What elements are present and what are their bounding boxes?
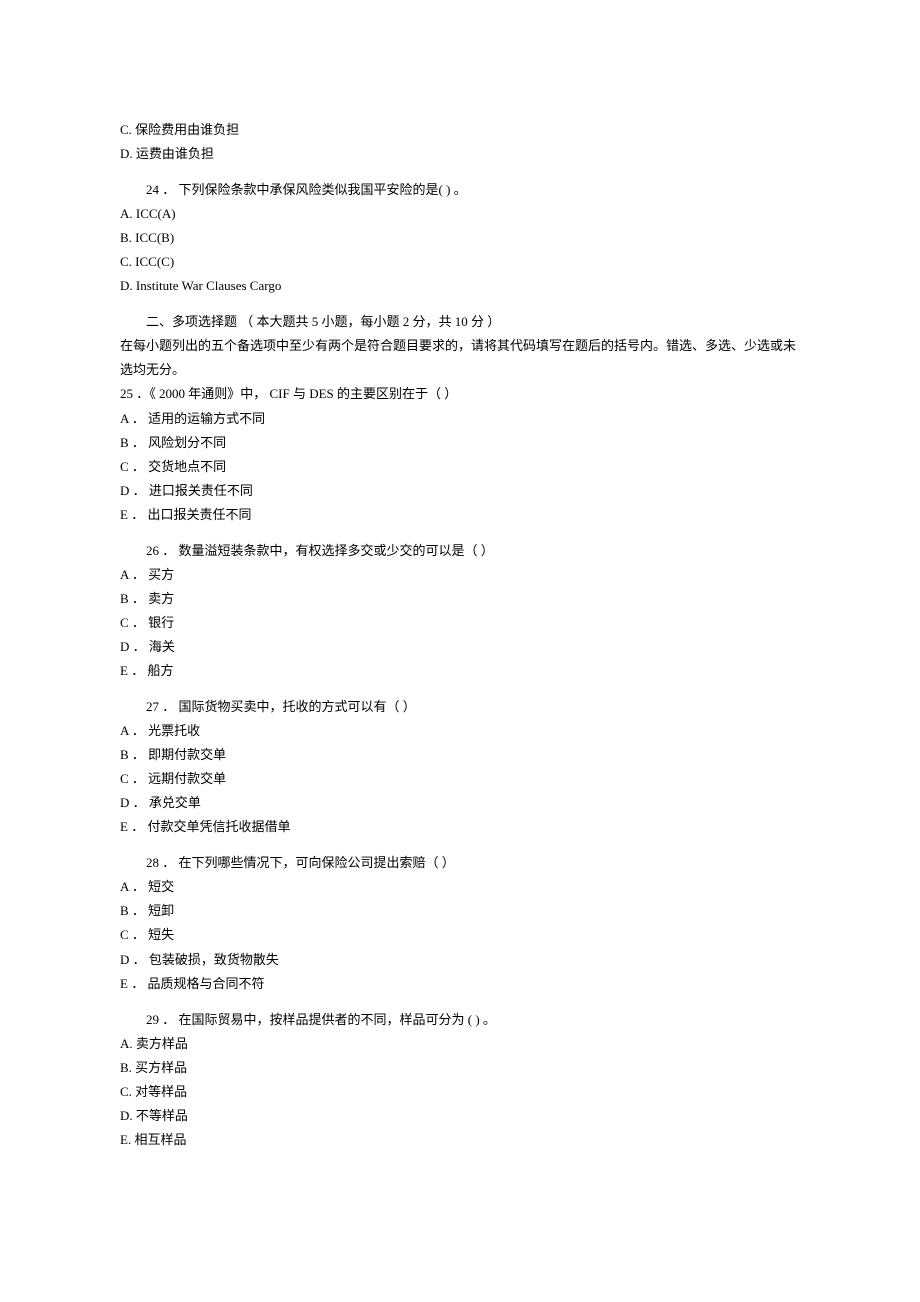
option-b: B. 买方样品 [120, 1056, 800, 1080]
option-c: C ． 远期付款交单 [120, 767, 800, 791]
option-d: D. 运费由谁负担 [120, 142, 800, 166]
option-a: A ． 短交 [120, 875, 800, 899]
question-25-stem: 25 ．《 2000 年通则》中， CIF 与 DES 的主要区别在于（ ） [120, 382, 800, 406]
option-c: C ． 银行 [120, 611, 800, 635]
option-a: A ． 光票托收 [120, 719, 800, 743]
option-c: C. 对等样品 [120, 1080, 800, 1104]
option-b: B. ICC(B) [120, 226, 800, 250]
question-26-stem: 26 ． 数量溢短装条款中，有权选择多交或少交的可以是（ ） [120, 539, 800, 563]
question-24-stem: 24 ． 下列保险条款中承保风险类似我国平安险的是( ) 。 [120, 178, 800, 202]
question-27-stem: 27 ． 国际货物买卖中，托收的方式可以有（ ） [120, 695, 800, 719]
option-d: D ． 包装破损，致货物散失 [120, 948, 800, 972]
option-e: E ． 出口报关责任不同 [120, 503, 800, 527]
question-29-stem: 29 ． 在国际贸易中，按样品提供者的不同，样品可分为 ( ) 。 [120, 1008, 800, 1032]
option-a: A. 卖方样品 [120, 1032, 800, 1056]
option-c: C ． 交货地点不同 [120, 455, 800, 479]
option-e: E. 相互样品 [120, 1128, 800, 1152]
option-d: D ． 海关 [120, 635, 800, 659]
option-a: A ． 适用的运输方式不同 [120, 407, 800, 431]
section-2-title: 二、多项选择题 （ 本大题共 5 小题，每小题 2 分，共 10 分 ） [120, 310, 800, 334]
option-d: D. 不等样品 [120, 1104, 800, 1128]
option-c: C. ICC(C) [120, 250, 800, 274]
option-e: E ． 船方 [120, 659, 800, 683]
option-a: A. ICC(A) [120, 202, 800, 226]
option-d: D ． 承兑交单 [120, 791, 800, 815]
option-b: B ． 卖方 [120, 587, 800, 611]
option-a: A ． 买方 [120, 563, 800, 587]
option-d: D. Institute War Clauses Cargo [120, 274, 800, 298]
option-e: E ． 品质规格与合同不符 [120, 972, 800, 996]
option-d: D ． 进口报关责任不同 [120, 479, 800, 503]
option-e: E ． 付款交单凭信托收据借单 [120, 815, 800, 839]
section-2-instructions: 在每小题列出的五个备选项中至少有两个是符合题目要求的，请将其代码填写在题后的括号… [120, 334, 800, 382]
option-b: B ． 即期付款交单 [120, 743, 800, 767]
option-b: B ． 短卸 [120, 899, 800, 923]
option-c: C ． 短失 [120, 923, 800, 947]
option-b: B ． 风险划分不同 [120, 431, 800, 455]
option-c: C. 保险费用由谁负担 [120, 118, 800, 142]
question-28-stem: 28 ． 在下列哪些情况下，可向保险公司提出索赔（ ） [120, 851, 800, 875]
